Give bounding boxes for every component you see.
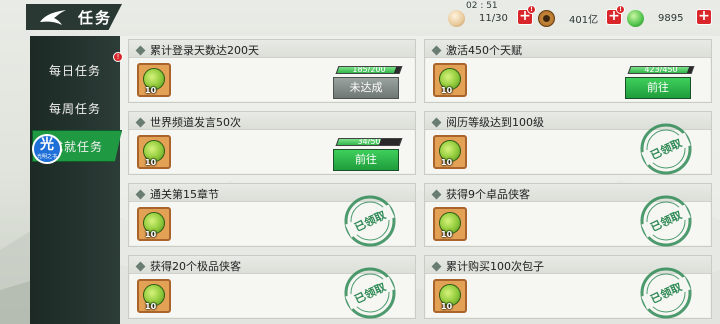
task-title-text: 激活450个天赋 — [446, 44, 522, 57]
resource-jade: 9895 — [627, 9, 683, 27]
bun-icon — [448, 9, 465, 27]
add-coin-button[interactable]: +! — [606, 5, 625, 25]
task-title: 获得9个卓品侠客 — [431, 186, 530, 202]
reward-item[interactable]: 10 — [137, 135, 171, 169]
jade-value: 9895 — [658, 12, 684, 24]
alert-dot: ! — [527, 5, 536, 14]
reward-item[interactable]: 10 — [433, 135, 467, 169]
diamond-bullet-icon — [135, 189, 146, 199]
claimed-stamp-text: 已领取 — [352, 280, 388, 307]
reward-item[interactable]: 10 — [433, 207, 467, 241]
back-button[interactable]: 任务 — [26, 4, 122, 30]
task-category-sidebar: 每日任务 每周任务 成就任务 — [30, 36, 122, 324]
reward-item[interactable]: 10 — [433, 279, 467, 313]
task-title-text: 获得9个卓品侠客 — [446, 188, 530, 201]
task-card: 累计登录天数达200天 10 185/200 未达成 — [128, 39, 416, 103]
task-title-text: 世界频道发言50次 — [150, 116, 241, 129]
reward-item[interactable]: 10 — [137, 63, 171, 97]
claimed-stamp: 已领取 — [344, 195, 396, 247]
claimed-stamp: 已领取 — [640, 123, 692, 175]
daily-alert-badge: ! — [113, 52, 123, 62]
go-button[interactable]: 前往 — [625, 77, 691, 99]
progress-text: 423/450 — [644, 66, 678, 74]
task-card: 激活450个天赋 10 423/450 前往 — [424, 39, 712, 103]
add-jade-button[interactable]: + — [696, 9, 712, 25]
coin-value: 401亿 — [569, 14, 599, 26]
go-button[interactable]: 前往 — [333, 149, 399, 171]
task-card-header: 累计登录天数达200天 — [129, 40, 415, 58]
task-title: 累计购买100次包子 — [431, 258, 544, 274]
reward-count: 10 — [441, 230, 453, 239]
diamond-bullet-icon — [135, 261, 146, 271]
task-card: 累计购买100次包子 10 已领取 — [424, 255, 712, 319]
tab-daily-tasks[interactable]: 每日任务 — [30, 54, 120, 86]
reward-count: 10 — [145, 86, 157, 95]
task-title: 激活450个天赋 — [431, 42, 522, 58]
reward-item[interactable]: 10 — [433, 63, 467, 97]
bun-value: 11/30 — [479, 12, 508, 24]
tab-weekly-tasks[interactable]: 每周任务 — [30, 92, 120, 124]
claimed-stamp-text: 已领取 — [648, 136, 684, 163]
vip-badge-sub: 光明之书 — [36, 154, 57, 160]
reward-count: 10 — [145, 230, 157, 239]
not-achieved-button[interactable]: 未达成 — [333, 77, 399, 99]
diamond-bullet-icon — [431, 261, 442, 271]
claimed-stamp: 已领取 — [640, 267, 692, 319]
jade-icon — [627, 9, 644, 27]
task-title: 通关第15章节 — [135, 186, 219, 202]
task-card: 获得20个极品侠客 10 已领取 — [128, 255, 416, 319]
task-title-text: 累计购买100次包子 — [446, 260, 544, 273]
task-title: 阅历等级达到100级 — [431, 114, 544, 130]
diamond-bullet-icon — [431, 45, 442, 55]
add-bun-button[interactable]: +! — [517, 5, 536, 25]
progress-bar: 34/50 — [335, 138, 403, 146]
claimed-stamp-text: 已领取 — [352, 208, 388, 235]
achievement-task-list[interactable]: 累计登录天数达200天 10 185/200 未达成 激活450个天赋 10 4… — [120, 36, 720, 324]
reward-count: 10 — [441, 302, 453, 311]
copper-coin-icon — [538, 9, 555, 27]
vip-badge-main: 光 — [40, 137, 54, 153]
claimed-stamp: 已领取 — [640, 195, 692, 247]
progress-bar: 423/450 — [627, 66, 695, 74]
diamond-bullet-icon — [431, 117, 442, 127]
task-title: 累计登录天数达200天 — [135, 42, 259, 58]
swallow-icon — [40, 10, 66, 25]
task-card: 通关第15章节 10 已领取 — [128, 183, 416, 247]
reward-count: 10 — [145, 302, 157, 311]
reward-count: 10 — [441, 158, 453, 167]
claimed-stamp-text: 已领取 — [648, 208, 684, 235]
reward-item[interactable]: 10 — [137, 207, 171, 241]
progress-bar: 185/200 — [335, 66, 403, 74]
vip-badge[interactable]: 光 光明之书 — [32, 134, 62, 164]
task-card: 阅历等级达到100级 10 已领取 — [424, 111, 712, 175]
progress-text: 185/200 — [352, 66, 386, 74]
task-title: 获得20个极品侠客 — [135, 258, 241, 274]
progress-text: 34/50 — [357, 138, 381, 146]
task-card: 世界频道发言50次 10 34/50 前往 — [128, 111, 416, 175]
resource-coin: 401亿 — [538, 9, 598, 27]
task-title: 世界频道发言50次 — [135, 114, 241, 130]
tab-label: 每周任务 — [48, 101, 101, 116]
resource-bun: 11/30 — [448, 9, 508, 27]
diamond-bullet-icon — [135, 117, 146, 127]
alert-dot: ! — [616, 5, 625, 14]
reward-count: 10 — [145, 158, 157, 167]
reward-count: 10 — [441, 86, 453, 95]
task-card-header: 激活450个天赋 — [425, 40, 711, 58]
page-title: 任务 — [78, 9, 113, 27]
task-card: 获得9个卓品侠客 10 已领取 — [424, 183, 712, 247]
reward-item[interactable]: 10 — [137, 279, 171, 313]
tab-label: 每日任务 — [48, 63, 101, 78]
claimed-stamp-text: 已领取 — [648, 280, 684, 307]
diamond-bullet-icon — [135, 45, 146, 55]
task-card-header: 世界频道发言50次 — [129, 112, 415, 130]
task-title-text: 累计登录天数达200天 — [150, 44, 259, 57]
task-title-text: 通关第15章节 — [150, 188, 219, 201]
task-title-text: 获得20个极品侠客 — [150, 260, 241, 273]
diamond-bullet-icon — [431, 189, 442, 199]
claimed-stamp: 已领取 — [344, 267, 396, 319]
top-bar: 任务 02 : 51 11/30 +! 401亿 +! 9895 + — [0, 0, 720, 36]
task-title-text: 阅历等级达到100级 — [446, 116, 544, 129]
